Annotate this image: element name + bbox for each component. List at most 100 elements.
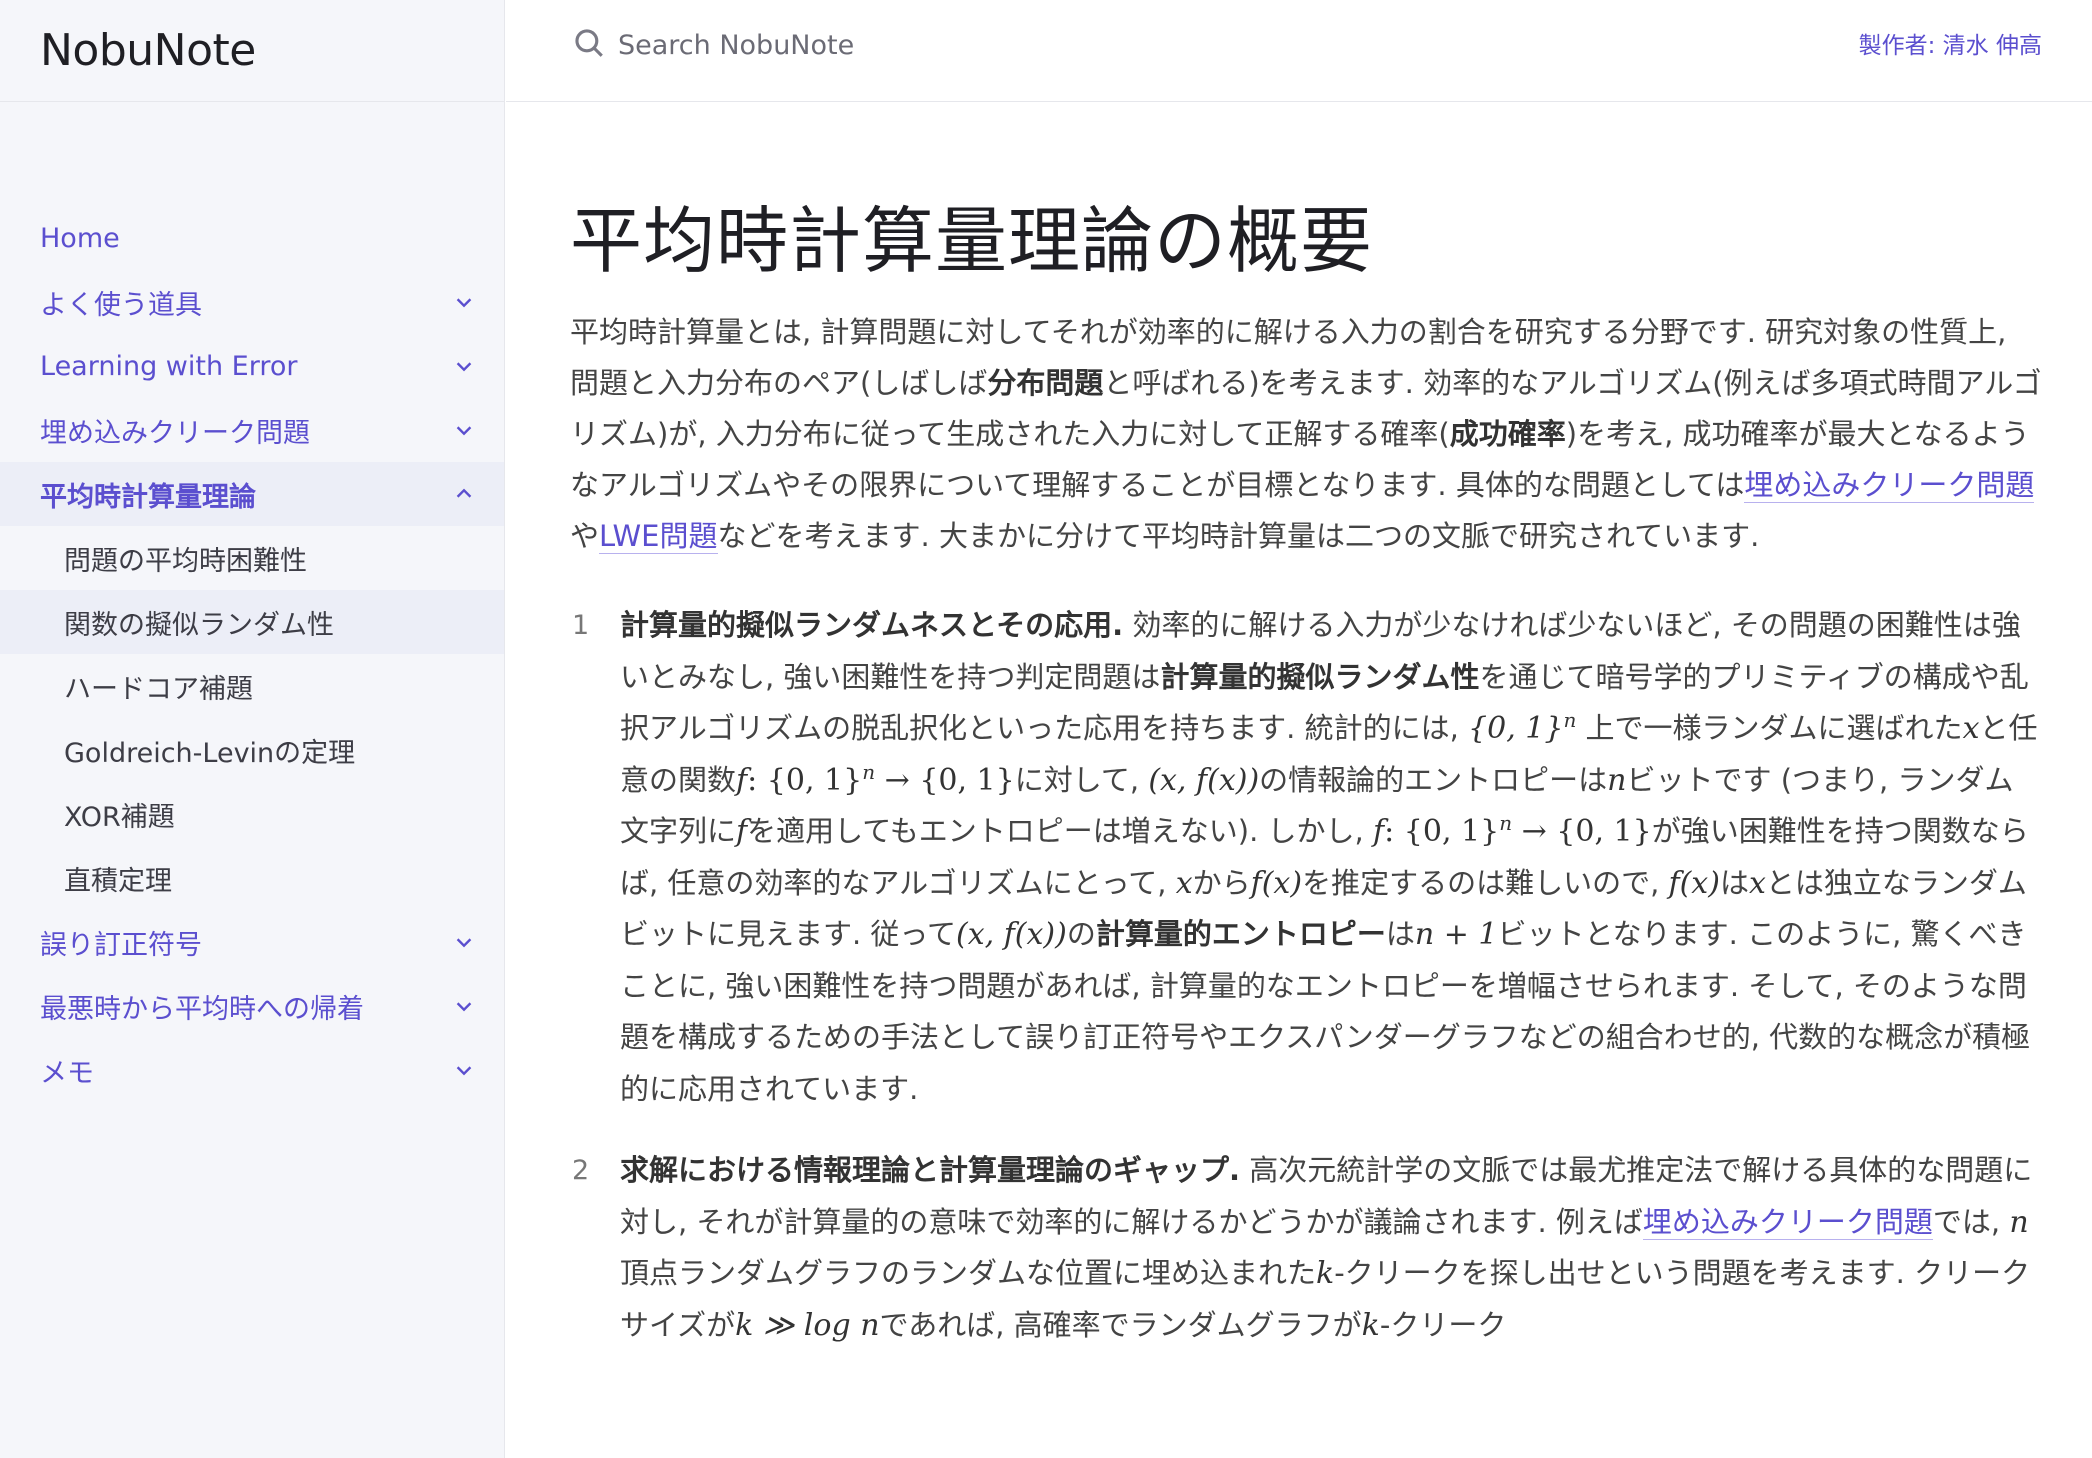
item-heading: 求解における情報理論と計算量理論のギャップ. xyxy=(620,1153,1241,1188)
text: では, xyxy=(1932,1204,2010,1239)
bold-term: 成功確率 xyxy=(1449,417,1566,452)
text: から xyxy=(1192,865,1251,900)
sidebar-subitem[interactable]: 問題の平均時困難性 xyxy=(0,526,504,590)
math: {0, 1}n xyxy=(1468,708,1577,747)
text: 上で一様ランダムに選ばれた xyxy=(1576,711,1963,746)
sidebar-item-worst-to-average[interactable]: 最悪時から平均時への帰着 xyxy=(0,974,504,1038)
sidebar-item-label: Learning with Error xyxy=(40,350,298,382)
chevron-down-icon[interactable] xyxy=(448,926,480,958)
bold-term: 分布問題 xyxy=(987,366,1104,401)
math-var: x xyxy=(1175,865,1193,901)
text: は xyxy=(1385,917,1415,952)
sidebar-nav: Home よく使う道具 Learning with Error 埋め込みクリーク… xyxy=(0,102,504,1102)
sidebar-subitem[interactable]: 関数の擬似ランダム性 xyxy=(0,590,504,654)
text: であれば, 高確率でランダムグラフが xyxy=(879,1307,1362,1342)
search-bar[interactable] xyxy=(572,22,1272,68)
link-planted-clique[interactable]: 埋め込みクリーク問題 xyxy=(1744,468,2035,504)
main-content: 平均時計算量理論の概要 平均時計算量とは, 計算問題に対してそれが効率的に解ける… xyxy=(570,102,2042,1381)
chevron-down-icon[interactable] xyxy=(448,286,480,318)
text: に対して, xyxy=(1014,762,1149,797)
chevron-down-icon[interactable] xyxy=(448,990,480,1022)
search-icon xyxy=(572,26,606,64)
sidebar-item-label: 埋め込みクリーク問題 xyxy=(40,417,310,449)
brand[interactable]: NobuNote xyxy=(0,0,504,102)
top-header: 製作者: 清水 伸高 xyxy=(506,0,2092,102)
sidebar-item-planted-clique[interactable]: 埋め込みクリーク問題 xyxy=(0,398,504,462)
math-var: x xyxy=(1962,711,1980,747)
sidebar-item-label: 誤り訂正符号 xyxy=(40,929,202,961)
math-var: f xyxy=(736,762,748,798)
math-var: k xyxy=(1316,1256,1335,1292)
sidebar-item-average-case[interactable]: 平均時計算量理論 xyxy=(0,462,504,526)
math-var: n xyxy=(1563,708,1577,733)
math: f: {0, 1}n → {0, 1} xyxy=(1373,811,1652,850)
math: f: {0, 1}n → {0, 1} xyxy=(736,759,1015,798)
math-set: {0, 1} xyxy=(766,762,863,798)
math-var: x xyxy=(1748,865,1766,901)
math-var: k xyxy=(1361,1307,1380,1343)
text: -クリーク xyxy=(1379,1307,1507,1342)
sidebar-subitem[interactable]: ハードコア補題 xyxy=(0,654,504,718)
item-heading: 計算量的擬似ランダムネスとその応用. xyxy=(620,608,1124,643)
sidebar-item-ecc[interactable]: 誤り訂正符号 xyxy=(0,910,504,974)
sidebar-item-label: Home xyxy=(40,222,120,254)
math-var: n xyxy=(2009,1204,2029,1240)
math: (x, f(x)) xyxy=(956,917,1067,953)
text: を適用してもエントロピーは増えない). しかし, xyxy=(747,814,1373,849)
chevron-down-icon[interactable] xyxy=(448,1054,480,1086)
list-item: 2 求解における情報理論と計算量理論のギャップ. 高次元統計学の文脈では最尤推定法… xyxy=(570,1145,2042,1351)
math: f(x) xyxy=(1250,865,1303,901)
math-var: n xyxy=(862,759,876,784)
text: を推定するのは難しいので, xyxy=(1302,865,1669,900)
app-window: NobuNote Home よく使う道具 Learning with Error… xyxy=(0,0,2092,1458)
math-var: f xyxy=(1373,814,1385,850)
math: f(x) xyxy=(1668,865,1720,901)
sidebar-item-label: メモ xyxy=(40,1057,94,1089)
math-var: n xyxy=(1499,811,1513,836)
intro-paragraph: 平均時計算量とは, 計算問題に対してそれが効率的に解ける入力の割合を研究する分野… xyxy=(570,307,2042,562)
math-var: f xyxy=(736,814,748,850)
math-set: {0, 1} xyxy=(1403,814,1500,850)
list-item: 1 計算量的擬似ランダムネスとその応用. 効率的に解ける入力が少なければ少ないほど… xyxy=(570,600,2042,1115)
text: などを考えます. 大まかに分けて平均時計算量は二つの文脈で研究されています. xyxy=(717,519,1760,554)
sidebar-item-lwe[interactable]: Learning with Error xyxy=(0,334,504,398)
chevron-up-icon[interactable] xyxy=(448,478,480,510)
page-title: 平均時計算量理論の概要 xyxy=(570,199,1374,283)
text: や xyxy=(570,519,600,554)
math-set: → {0, 1} xyxy=(884,762,1015,798)
text: の情報論的エントロピーは xyxy=(1259,762,1608,797)
search-input[interactable] xyxy=(618,29,1218,61)
sidebar-item-memo[interactable]: メモ xyxy=(0,1038,504,1102)
math: (x, f(x)) xyxy=(1148,762,1260,798)
text: の xyxy=(1066,917,1096,952)
chevron-down-icon[interactable] xyxy=(448,414,480,446)
sidebar-subitem[interactable]: 直積定理 xyxy=(0,846,504,910)
sidebar-item-home[interactable]: Home xyxy=(0,206,504,270)
text: は xyxy=(1719,865,1749,900)
topic-list: 1 計算量的擬似ランダムネスとその応用. 効率的に解ける入力が少なければ少ないほど… xyxy=(570,600,2042,1351)
math-set: → {0, 1} xyxy=(1521,814,1652,850)
math-set: {0, 1} xyxy=(1468,711,1564,747)
math: n + 1 xyxy=(1414,917,1498,953)
bold-term: 計算量的擬似ランダム性 xyxy=(1160,659,1480,694)
sidebar: NobuNote Home よく使う道具 Learning with Error… xyxy=(0,0,505,1458)
author-link[interactable]: 製作者: 清水 伸高 xyxy=(1859,26,2042,60)
math-var: n xyxy=(1607,762,1627,798)
text: 頂点ランダムグラフのランダムな位置に埋め込まれた xyxy=(620,1256,1317,1291)
sidebar-item-label: よく使う道具 xyxy=(40,289,202,321)
link-planted-clique[interactable]: 埋め込みクリーク問題 xyxy=(1642,1204,1933,1240)
list-number: 1 xyxy=(572,610,590,642)
sidebar-subitem[interactable]: Goldreich-Levinの定理 xyxy=(0,718,504,782)
sidebar-item-tools[interactable]: よく使う道具 xyxy=(0,270,504,334)
sidebar-item-label: 平均時計算量理論 xyxy=(40,481,256,513)
math: k ≫ log n xyxy=(735,1307,880,1343)
sidebar-subitem[interactable]: XOR補題 xyxy=(0,782,504,846)
list-number: 2 xyxy=(572,1155,590,1187)
sidebar-item-label: 最悪時から平均時への帰着 xyxy=(40,993,364,1025)
math-op: : xyxy=(747,762,758,798)
math-op: : xyxy=(1384,814,1395,850)
link-lwe[interactable]: LWE問題 xyxy=(599,519,718,555)
bold-term: 計算量的エントロピー xyxy=(1095,917,1386,952)
chevron-down-icon[interactable] xyxy=(448,350,480,382)
brand-title[interactable]: NobuNote xyxy=(40,25,256,76)
